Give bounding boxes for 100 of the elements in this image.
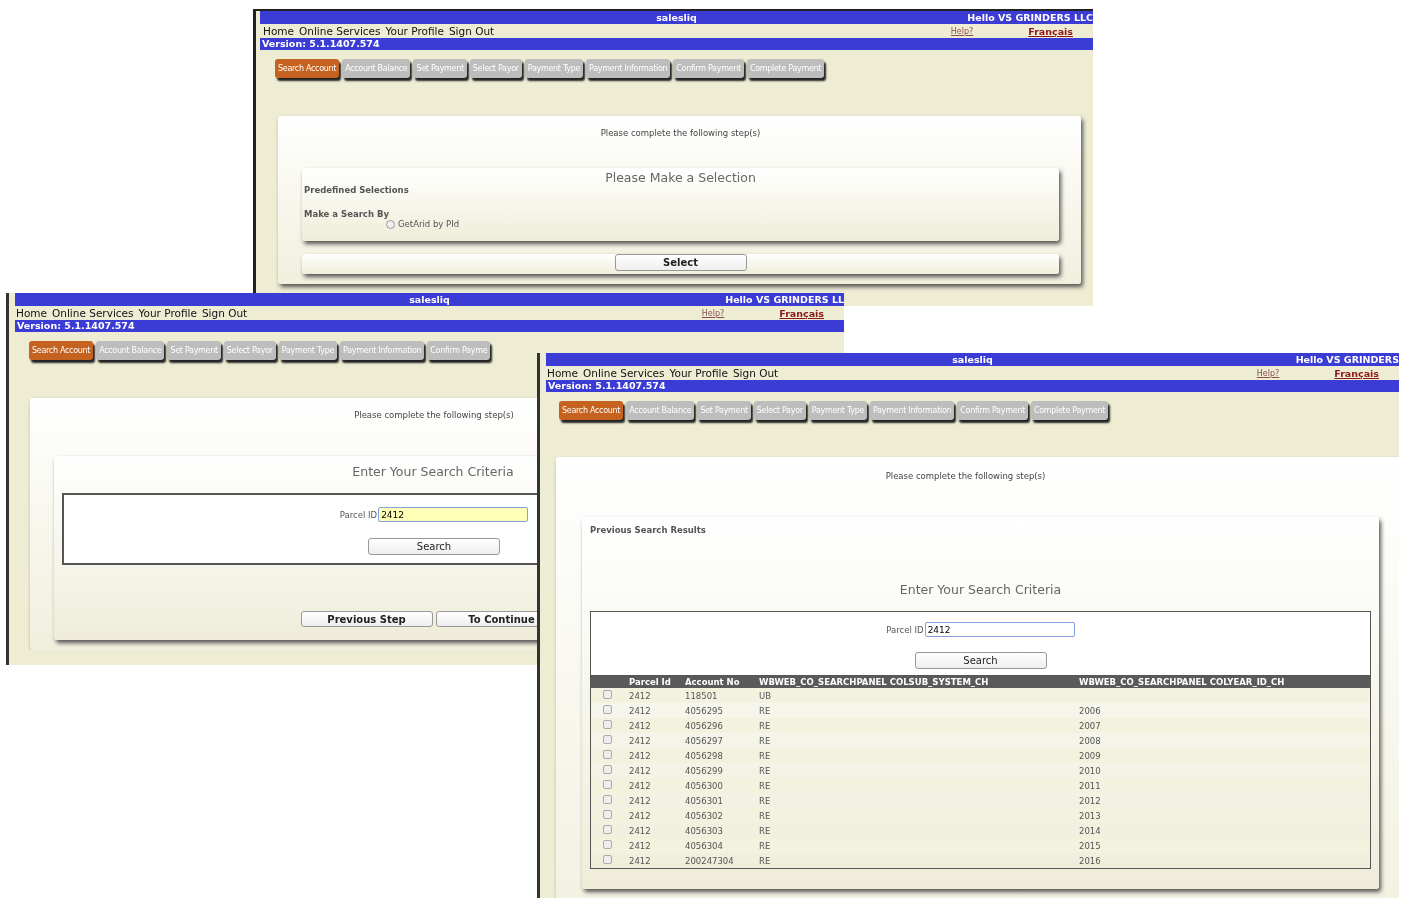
select-button[interactable]: Select — [614, 254, 747, 271]
language-link[interactable]: Français — [779, 307, 824, 319]
language-link[interactable]: Français — [1028, 25, 1073, 37]
nav-link[interactable]: Your Profile — [669, 367, 728, 379]
nav-link[interactable]: Online Services — [52, 307, 134, 319]
step-button[interactable]: Previous Step — [300, 611, 433, 627]
table-cell: 2412 — [629, 705, 651, 716]
row-checkbox[interactable] — [603, 690, 612, 699]
table-cell: 2412 — [629, 795, 651, 806]
table-cell: 2008 — [1079, 735, 1101, 746]
step-button[interactable]: To Continue — [435, 611, 540, 627]
table-cell: RE — [759, 735, 771, 746]
table-cell: 2412 — [629, 825, 651, 836]
nav-link[interactable]: Online Services — [583, 367, 665, 379]
row-checkbox[interactable] — [603, 720, 612, 729]
parcel-id-field[interactable]: 2412 — [378, 507, 529, 522]
section-label: Predefined Selections — [304, 185, 410, 195]
table-cell: RE — [759, 765, 771, 776]
row-checkbox[interactable] — [603, 855, 612, 864]
nav-link[interactable]: Home — [263, 25, 294, 37]
table-cell: 2007 — [1079, 720, 1101, 731]
nav-link[interactable]: Your Profile — [138, 307, 197, 319]
version-text: Version: 5.1.1407.574 — [547, 380, 666, 392]
row-checkbox[interactable] — [603, 795, 612, 804]
instruction-text: Please complete the following step(s) — [599, 128, 762, 138]
panel-title: Enter Your Search Criteria — [898, 581, 1063, 597]
nav-link[interactable]: Home — [547, 367, 578, 379]
row-checkbox[interactable] — [603, 765, 612, 774]
nav-link[interactable]: Home — [16, 307, 47, 319]
table-cell: 2016 — [1079, 855, 1101, 866]
site-title: salesliq — [952, 353, 993, 366]
step-tab[interactable]: Search Account — [559, 401, 624, 420]
greeting-text: Hello VS GRINDERS LL — [725, 293, 844, 306]
column-header: Parcel Id — [627, 676, 683, 688]
table-cell: 2412 — [629, 780, 651, 791]
table-cell: 4056299 — [685, 765, 723, 776]
nav-link[interactable]: Online Services — [299, 25, 381, 37]
nav-link[interactable]: Sign Out — [732, 367, 779, 379]
row-checkbox[interactable] — [603, 705, 612, 714]
column-header: Account No — [683, 676, 757, 688]
table-cell: 4056296 — [685, 720, 723, 731]
greeting-text: Hello VS GRINDERS — [1295, 353, 1399, 366]
table-cell: 2006 — [1079, 705, 1101, 716]
table-cell: 2009 — [1079, 750, 1101, 761]
field-label: Parcel ID — [886, 624, 924, 635]
table-cell: 4056295 — [685, 705, 723, 716]
help-link[interactable]: Help? — [701, 308, 725, 318]
radio-button[interactable] — [386, 219, 395, 229]
search-button[interactable]: Search — [368, 538, 500, 555]
language-link[interactable]: Français — [1334, 367, 1379, 379]
field-label: Parcel ID — [339, 509, 378, 520]
parcel-id-field[interactable]: 2412 — [924, 622, 1075, 637]
table-cell: 2412 — [629, 840, 651, 851]
table-cell: RE — [759, 705, 771, 716]
table-cell: 2014 — [1079, 825, 1101, 836]
table-cell: 2412 — [629, 765, 651, 776]
row-checkbox[interactable] — [603, 735, 612, 744]
table-cell: 2412 — [629, 690, 651, 701]
table-cell: 4056301 — [685, 795, 723, 806]
table-cell: RE — [759, 750, 771, 761]
table-cell: 2015 — [1079, 840, 1101, 851]
table-cell: 2010 — [1079, 765, 1101, 776]
section-label: Make a Search By — [304, 209, 390, 219]
table-cell: RE — [759, 795, 771, 806]
help-link[interactable]: Help? — [1256, 368, 1280, 378]
step-tab[interactable]: Search Account — [275, 59, 340, 78]
table-cell: RE — [759, 780, 771, 791]
row-checkbox[interactable] — [603, 750, 612, 759]
table-cell: 4056297 — [685, 735, 723, 746]
site-title: salesliq — [656, 11, 697, 24]
table-cell: 2412 — [629, 735, 651, 746]
help-link[interactable]: Help? — [950, 26, 974, 36]
table-cell: 2412 — [629, 750, 651, 761]
table-cell: 2012 — [1079, 795, 1101, 806]
table-cell: 4056298 — [685, 750, 723, 761]
table-cell: RE — [759, 720, 771, 731]
panel-title: Enter Your Search Criteria — [351, 463, 515, 479]
column-header: WBWEB_CO_SEARCHPANEL COLYEAR_ID_CH — [1077, 676, 1371, 688]
row-checkbox[interactable] — [603, 825, 612, 834]
nav-link[interactable]: Your Profile — [385, 25, 444, 37]
table-cell: 2412 — [629, 855, 651, 866]
search-button[interactable]: Search — [914, 652, 1047, 669]
nav-link[interactable]: Sign Out — [448, 25, 495, 37]
row-checkbox[interactable] — [603, 810, 612, 819]
table-cell: UB — [759, 690, 772, 701]
table-cell: 4056300 — [685, 780, 723, 791]
table-cell: 4056304 — [685, 840, 723, 851]
row-checkbox[interactable] — [603, 780, 612, 789]
table-cell: RE — [759, 840, 771, 851]
option-label: GetArid by PId — [398, 219, 460, 229]
site-title: salesliq — [409, 293, 450, 306]
panel-title: Please Make a Selection — [604, 169, 757, 185]
table-cell: 2412 — [629, 720, 651, 731]
row-checkbox[interactable] — [603, 840, 612, 849]
instruction-text: Please complete the following step(s) — [353, 410, 515, 420]
section-label: Previous Search Results — [590, 525, 707, 535]
nav-link[interactable]: Sign Out — [201, 307, 248, 319]
column-header: WBWEB_CO_SEARCHPANEL COLSUB_SYSTEM_CH — [757, 676, 1077, 688]
step-tab[interactable]: Search Account — [29, 341, 94, 360]
version-text: Version: 5.1.1407.574 — [261, 38, 380, 50]
